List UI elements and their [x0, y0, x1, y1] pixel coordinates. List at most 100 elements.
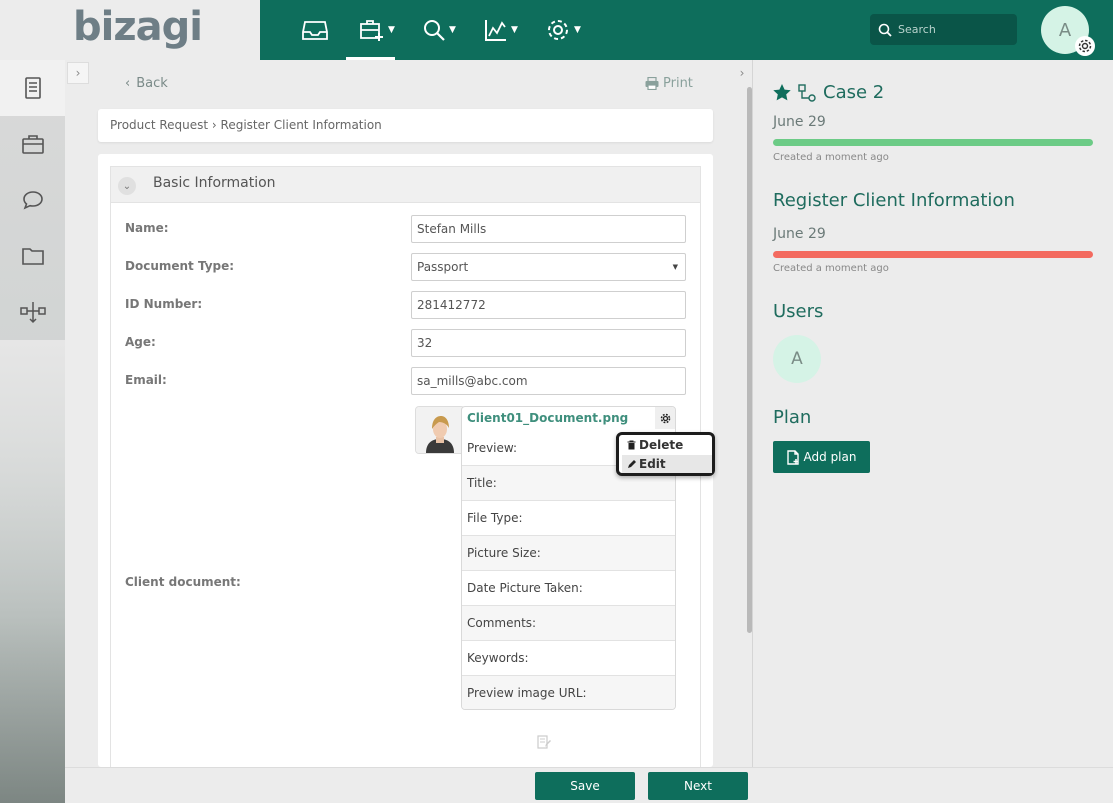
- next-button[interactable]: Next: [648, 772, 748, 800]
- notebook-icon: [24, 77, 41, 99]
- sidebar-item-work-area[interactable]: [0, 60, 65, 116]
- delete-menu-item[interactable]: Delete: [622, 436, 712, 454]
- id-number-label: ID Number:: [125, 297, 203, 311]
- file-prop-picture-size: Picture Size:: [462, 535, 675, 570]
- chevron-down-icon: ⌄: [122, 180, 132, 192]
- sidebar-item-cases[interactable]: [0, 116, 65, 172]
- case-date: June 29: [773, 114, 826, 130]
- collapse-right-panel-button[interactable]: ›: [731, 62, 753, 84]
- gear-icon: [548, 20, 569, 40]
- case-title: Case 2: [773, 82, 884, 103]
- task-progress-bar: [773, 251, 1093, 258]
- gear-icon[interactable]: [1075, 36, 1095, 56]
- print-link[interactable]: Print: [645, 76, 693, 91]
- task-title: Register Client Information: [773, 190, 1015, 211]
- new-case-icon: [360, 20, 384, 41]
- file-prop-date-taken: Date Picture Taken:: [462, 570, 675, 605]
- add-plan-button[interactable]: Add plan: [773, 441, 870, 473]
- print-label: Print: [663, 76, 693, 91]
- chevron-down-icon: ▼: [449, 25, 456, 35]
- name-field[interactable]: Stefan Mills: [411, 215, 686, 243]
- save-button[interactable]: Save: [535, 772, 635, 800]
- collapse-section-button[interactable]: ⌄: [118, 177, 136, 195]
- task-date: June 29: [773, 226, 826, 242]
- process-flow-icon: [19, 302, 46, 324]
- file-prop-comments: Comments:: [462, 605, 675, 640]
- search-icon: [878, 23, 892, 37]
- search-input[interactable]: [898, 23, 1008, 36]
- file-prop-file-type: File Type:: [462, 500, 675, 535]
- edit-label: Edit: [639, 457, 666, 471]
- file-name-link[interactable]: Client01_Document.png: [467, 411, 628, 425]
- case-number: Case 2: [823, 82, 885, 103]
- action-bar: Save Next: [65, 767, 1113, 803]
- search-menu-button[interactable]: ▼: [408, 0, 470, 60]
- user-avatar[interactable]: A: [1041, 6, 1095, 56]
- document-thumbnail[interactable]: [415, 406, 465, 454]
- back-link[interactable]: ‹ Back: [125, 76, 168, 91]
- add-plan-label: Add plan: [803, 450, 857, 464]
- star-icon[interactable]: [773, 84, 791, 101]
- settings-button[interactable]: ▼: [532, 0, 594, 60]
- document-type-label: Document Type:: [125, 259, 235, 273]
- bizagi-logo[interactable]: bizagi: [73, 4, 203, 50]
- section-title: Basic Information: [153, 175, 276, 191]
- caret-down-icon: ▼: [672, 263, 678, 271]
- file-options-button[interactable]: [655, 407, 675, 429]
- file-prop-keywords: Keywords:: [462, 640, 675, 675]
- assigned-user-avatar[interactable]: A: [773, 335, 821, 383]
- left-sidebar: [0, 60, 65, 803]
- users-heading: Users: [773, 301, 824, 322]
- chevron-down-icon: ▼: [574, 25, 581, 35]
- breadcrumb: Product Request › Register Client Inform…: [98, 109, 713, 142]
- section-header[interactable]: ⌄ Basic Information: [111, 167, 700, 203]
- chevron-right-icon: ›: [739, 66, 745, 80]
- id-number-field[interactable]: 281412772: [411, 291, 686, 319]
- logo-area: bizagi: [0, 0, 260, 60]
- email-label: Email:: [125, 373, 167, 387]
- file-prop-preview-url: Preview image URL:: [462, 675, 675, 709]
- new-file-icon: [786, 449, 799, 465]
- chevron-down-icon: ▼: [511, 25, 518, 35]
- case-progress-bar: [773, 139, 1093, 146]
- printer-icon: [645, 77, 659, 90]
- search-icon: [424, 20, 445, 41]
- chevron-down-icon: ▼: [388, 25, 395, 35]
- age-label: Age:: [125, 335, 156, 349]
- analytics-button[interactable]: ▼: [470, 0, 532, 60]
- sidebar-item-files[interactable]: [0, 228, 65, 284]
- comment-icon: [22, 191, 43, 210]
- edit-menu-item[interactable]: Edit: [622, 455, 712, 473]
- name-label: Name:: [125, 221, 169, 235]
- document-type-value: Passport: [417, 260, 469, 274]
- avatar-initial: A: [1058, 19, 1072, 41]
- trash-icon: [627, 440, 636, 450]
- chevron-right-icon: ›: [75, 66, 81, 80]
- global-search[interactable]: [870, 14, 1017, 45]
- sidebar-item-comments[interactable]: [0, 172, 65, 228]
- back-label: Back: [136, 76, 168, 91]
- document-type-select[interactable]: Passport ▼: [411, 253, 686, 281]
- inbox-icon: [302, 21, 328, 40]
- gear-icon: [660, 413, 671, 423]
- sidebar-item-process[interactable]: [0, 284, 65, 340]
- expand-left-button[interactable]: ›: [67, 62, 89, 84]
- client-document-label: Client document:: [125, 575, 241, 589]
- person-photo-icon: [416, 407, 464, 453]
- pencil-icon: [628, 460, 636, 468]
- top-nav: ▼ ▼ ▼ ▼: [284, 0, 594, 60]
- plan-heading: Plan: [773, 407, 812, 428]
- case-created: Created a moment ago: [773, 152, 889, 163]
- file-context-menu: Delete Edit: [616, 432, 715, 476]
- analytics-icon: [485, 20, 507, 41]
- age-field[interactable]: 32: [411, 329, 686, 357]
- sidebar-background: [0, 340, 65, 803]
- chevron-left-icon: ‹: [125, 76, 131, 91]
- briefcase-icon: [21, 135, 44, 154]
- edit-document-icon: [537, 735, 551, 753]
- top-bar: bizagi ▼ ▼ ▼ ▼ A: [0, 0, 1113, 60]
- email-field[interactable]: sa_mills@abc.com: [411, 367, 686, 395]
- new-case-button[interactable]: ▼: [346, 0, 408, 60]
- inbox-button[interactable]: [284, 0, 346, 60]
- process-flow-icon: [798, 83, 816, 102]
